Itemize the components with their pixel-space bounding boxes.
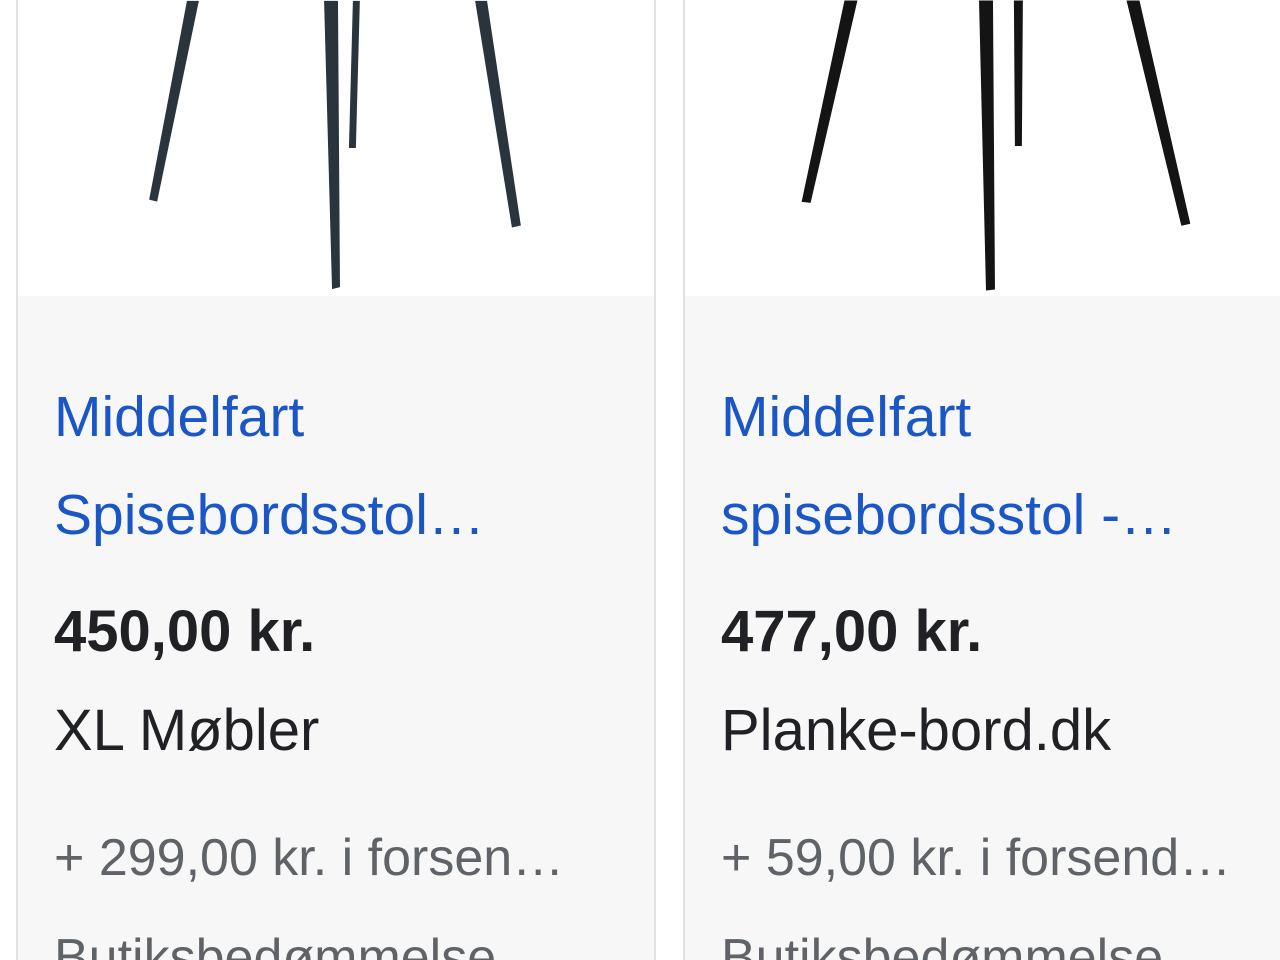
shipping-cost: + 59,00 kr. i forsend… [721,829,1232,887]
store-rating-label: Butiksbedømmelse [721,929,1164,960]
product-title-line: Spisebordsstol… [54,483,485,547]
product-image[interactable] [18,0,654,296]
shipping-cost: + 299,00 kr. i forsen… [54,829,565,887]
chair-legs-image [149,0,521,290]
product-title-line: Middelfart [54,385,305,449]
chair-legs-image [801,0,1191,291]
product-card[interactable]: Middelfart spisebordsstol -… 477,00 kr. … [683,0,1280,960]
product-card[interactable]: Middelfart Spisebordsstol… 450,00 kr. XL… [16,0,656,960]
product-title-link[interactable]: Middelfart Spisebordsstol… [54,368,614,564]
product-title-link[interactable]: Middelfart spisebordsstol -… [721,368,1261,564]
product-image[interactable] [685,0,1280,296]
store-name: Planke-bord.dk [721,698,1112,763]
shopping-results-row: Middelfart Spisebordsstol… 450,00 kr. XL… [0,0,1280,960]
product-price: 477,00 kr. [721,599,983,664]
product-title-line: Middelfart [721,385,972,449]
store-rating-label: Butiksbedømmelse [54,929,497,960]
product-title-line: spisebordsstol -… [721,483,1178,547]
product-price: 450,00 kr. [54,599,316,664]
store-name: XL Møbler [54,698,320,763]
